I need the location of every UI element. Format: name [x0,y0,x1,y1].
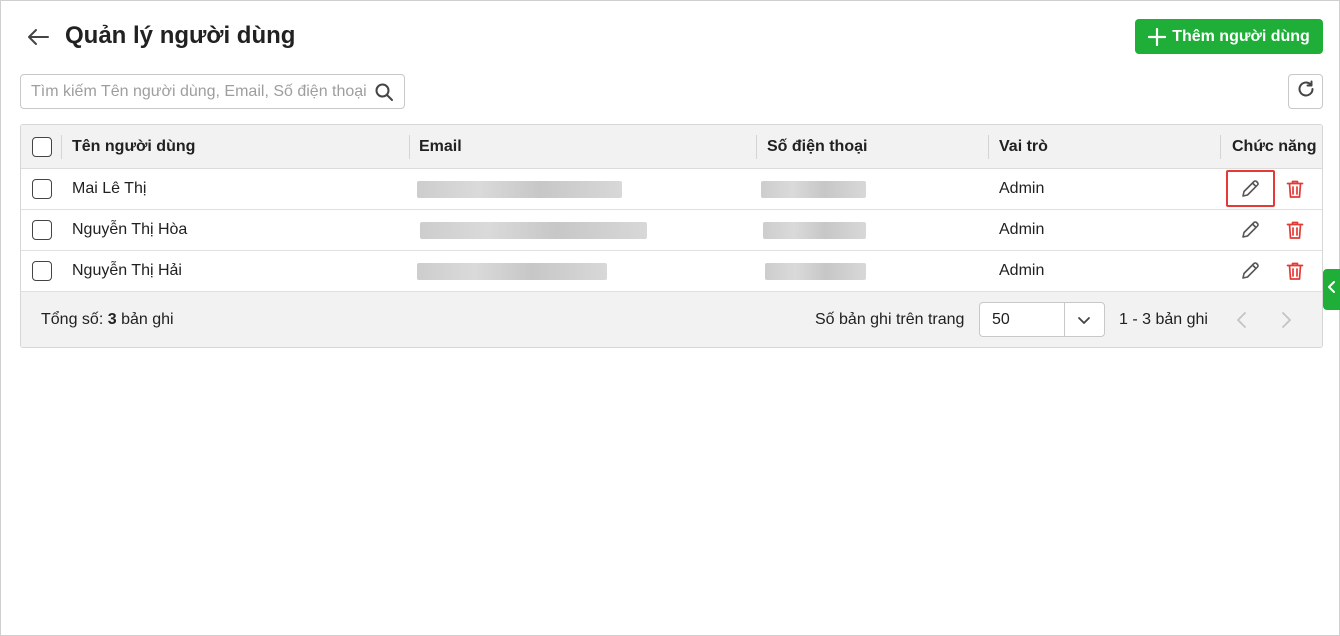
phone-redacted [761,181,866,198]
user-name-cell: Nguyễn Thị Hòa [72,221,188,238]
row-checkbox[interactable] [32,261,52,281]
table-row[interactable]: Mai Lê Thị Admin [21,169,1322,210]
role-cell: Admin [999,262,1045,279]
column-header-name[interactable]: Tên người dùng [72,125,195,169]
role-cell: Admin [999,221,1045,238]
select-divider [1064,303,1065,336]
search-input[interactable] [21,75,371,108]
column-divider [1220,135,1221,159]
refresh-icon [1296,79,1316,104]
column-divider [409,135,410,159]
per-page-select[interactable]: 50 [979,302,1105,337]
role-cell: Admin [999,180,1045,197]
table-header: Tên người dùng Email Số điện thoại Vai t… [21,125,1322,169]
refresh-button[interactable] [1288,74,1323,109]
back-arrow-icon[interactable] [25,25,51,49]
email-redacted [417,263,607,280]
next-page-icon[interactable] [1275,309,1297,331]
plus-icon [1148,27,1167,46]
total-records: Tổng số: 3 bản ghi [41,292,174,347]
per-page-label: Số bản ghi trên trang [815,311,965,328]
column-header-role[interactable]: Vai trò [999,125,1048,169]
pencil-icon[interactable] [1239,178,1261,200]
total-count: 3 [107,311,117,328]
row-checkbox[interactable] [32,179,52,199]
page-range: 1 - 3 bản ghi [1119,311,1208,328]
search-box [20,74,405,109]
table-footer: Tổng số: 3 bản ghi Số bản ghi trên trang… [21,292,1322,347]
column-header-actions: Chức năng [1232,138,1317,155]
add-user-button[interactable]: Thêm người dùng [1135,19,1323,54]
column-divider [756,135,757,159]
chevron-down-icon[interactable] [1075,311,1093,329]
previous-page-icon[interactable] [1231,309,1253,331]
trash-icon[interactable] [1284,260,1306,282]
column-divider [988,135,989,159]
select-all-checkbox[interactable] [32,137,52,157]
email-redacted [417,181,622,198]
phone-redacted [763,222,866,239]
table-row[interactable]: Nguyễn Thị Hải Admin [21,251,1322,292]
trash-icon[interactable] [1284,219,1306,241]
search-icon[interactable] [374,82,394,102]
add-user-label: Thêm người dùng [1172,27,1310,45]
chevron-left-icon [1326,280,1338,299]
email-redacted [420,222,647,239]
user-name-cell: Nguyễn Thị Hải [72,262,182,279]
total-prefix: Tổng số: [41,311,104,328]
trash-icon[interactable] [1284,178,1306,200]
per-page-value: 50 [992,311,1010,328]
user-name-cell: Mai Lê Thị [72,180,147,197]
column-header-email[interactable]: Email [419,125,462,169]
side-panel-toggle[interactable] [1323,269,1340,310]
total-suffix: bản ghi [121,311,174,328]
app-window: Quản lý người dùng Thêm người dùng Tên n… [0,0,1340,636]
phone-redacted [765,263,866,280]
pencil-icon[interactable] [1239,219,1261,241]
pencil-icon[interactable] [1239,260,1261,282]
table-row[interactable]: Nguyễn Thị Hòa Admin [21,210,1322,251]
row-checkbox[interactable] [32,220,52,240]
column-header-phone[interactable]: Số điện thoại [767,125,867,169]
users-table: Tên người dùng Email Số điện thoại Vai t… [20,124,1323,348]
column-divider [61,135,62,159]
page-title: Quản lý người dùng [65,22,296,49]
